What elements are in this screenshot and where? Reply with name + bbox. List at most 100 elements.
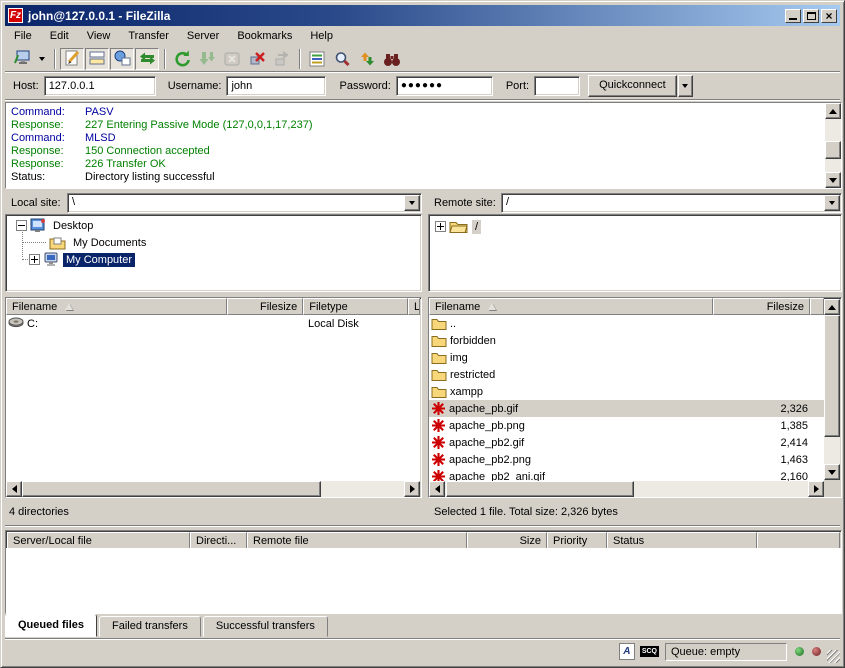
queue-list-area[interactable] — [6, 548, 841, 613]
username-input[interactable]: john — [226, 76, 326, 96]
scroll-thumb[interactable] — [824, 315, 840, 437]
site-manager-button[interactable] — [10, 48, 34, 70]
remote-vertical-scrollbar[interactable] — [824, 299, 840, 480]
scroll-left-button[interactable] — [429, 481, 445, 497]
host-label: Host: — [13, 80, 39, 92]
resize-grip[interactable] — [827, 650, 840, 663]
local-tree-panel: Desktop My Documents My Computer — [5, 214, 422, 292]
site-manager-dropdown-button[interactable] — [35, 48, 49, 70]
menu-help[interactable]: Help — [301, 28, 342, 44]
column-header-priority[interactable]: Priority — [547, 532, 607, 549]
tree-item-desktop[interactable]: Desktop — [16, 217, 96, 234]
column-header-last-modified[interactable]: L — [408, 298, 420, 315]
password-input[interactable]: ●●●●●● — [396, 76, 493, 96]
minimize-button[interactable] — [785, 9, 801, 23]
directory-comparison-button[interactable] — [330, 48, 354, 70]
tab-failed-transfers[interactable]: Failed transfers — [99, 616, 201, 637]
menu-file[interactable]: File — [5, 28, 41, 44]
message-log-panel: Command:PASV Response:227 Entering Passi… — [5, 102, 842, 189]
quickconnect-dropdown-button[interactable] — [678, 75, 693, 97]
scroll-down-button[interactable] — [824, 464, 840, 480]
expand-icon[interactable] — [29, 254, 40, 265]
tab-queued-files[interactable]: Queued files — [5, 614, 97, 637]
find-files-button[interactable] — [380, 48, 404, 70]
local-horizontal-scrollbar[interactable] — [6, 481, 420, 497]
cancel-operation-button[interactable] — [220, 48, 244, 70]
host-input[interactable]: 127.0.0.1 — [44, 76, 156, 96]
scroll-up-button[interactable] — [825, 103, 841, 119]
file-row[interactable]: apache_pb2.gif2,414 — [429, 434, 824, 451]
file-row-local-disk[interactable]: C: Local Disk — [6, 315, 420, 332]
synchronized-browsing-button[interactable] — [355, 48, 379, 70]
column-header-filename[interactable]: Filename — [6, 298, 227, 315]
column-header-size[interactable]: Size — [467, 532, 547, 549]
menu-view[interactable]: View — [78, 28, 120, 44]
column-header-filesize[interactable]: Filesize — [713, 298, 810, 315]
column-header-filesize[interactable]: Filesize — [227, 298, 303, 315]
compare-icon — [334, 51, 351, 67]
toggle-transfer-queue-button[interactable] — [135, 48, 159, 70]
send-activity-led-icon — [812, 647, 821, 656]
menu-edit[interactable]: Edit — [41, 28, 78, 44]
column-header-filetype[interactable]: Filetype — [303, 298, 408, 315]
quickconnect-button[interactable]: Quickconnect — [588, 75, 677, 97]
file-row[interactable]: apache_pb2.png1,463 — [429, 451, 824, 468]
scroll-thumb[interactable] — [22, 481, 321, 497]
port-input[interactable] — [534, 76, 580, 96]
tree-connector — [22, 242, 46, 243]
reconnect-button[interactable] — [270, 48, 294, 70]
column-header-status[interactable]: Status — [607, 532, 757, 549]
site-manager-icon — [14, 50, 31, 67]
scroll-left-button[interactable] — [6, 481, 22, 497]
log-vertical-scrollbar[interactable] — [825, 103, 841, 188]
scroll-right-button[interactable] — [808, 481, 824, 497]
column-header-filename[interactable]: Filename — [429, 298, 713, 315]
expand-icon[interactable] — [435, 221, 446, 232]
scroll-up-button[interactable] — [824, 299, 840, 315]
process-queue-button[interactable] — [195, 48, 219, 70]
menu-transfer[interactable]: Transfer — [119, 28, 178, 44]
toggle-remote-tree-button[interactable] — [110, 48, 134, 70]
refresh-button[interactable] — [170, 48, 194, 70]
file-row[interactable]: xampp — [429, 383, 824, 400]
file-row[interactable]: apache_pb2_ani.gif2,160 — [429, 468, 824, 481]
tree-item-root[interactable]: / — [435, 218, 481, 235]
close-button[interactable]: × — [821, 9, 837, 23]
scroll-right-button[interactable] — [404, 481, 420, 497]
column-header-server-local-file[interactable]: Server/Local file — [7, 532, 190, 549]
arrow-down-icon — [828, 470, 836, 479]
toggle-message-log-button[interactable] — [60, 48, 84, 70]
image-file-icon — [431, 469, 446, 481]
menu-bookmarks[interactable]: Bookmarks — [228, 28, 301, 44]
title-bar[interactable]: Fz john@127.0.0.1 - FileZilla × — [5, 5, 840, 26]
disconnect-button[interactable] — [245, 48, 269, 70]
combo-dropdown-button[interactable] — [824, 195, 840, 211]
scroll-thumb[interactable] — [446, 481, 634, 497]
scroll-down-button[interactable] — [825, 172, 841, 188]
file-row-selected[interactable]: apache_pb.gif2,326 — [429, 400, 824, 417]
tree-item-my-documents[interactable]: My Documents — [46, 234, 149, 251]
tab-successful-transfers[interactable]: Successful transfers — [203, 616, 328, 637]
filter-button[interactable] — [305, 48, 329, 70]
file-row[interactable]: .. — [429, 315, 824, 332]
remote-list-status: Selected 1 file. Total size: 2,326 bytes — [434, 501, 839, 522]
scroll-thumb[interactable] — [825, 141, 841, 159]
remote-horizontal-scrollbar[interactable] — [429, 481, 824, 497]
combo-dropdown-button[interactable] — [404, 195, 420, 211]
file-row[interactable]: restricted — [429, 366, 824, 383]
maximize-button[interactable] — [803, 9, 819, 23]
file-row[interactable]: apache_pb.png1,385 — [429, 417, 824, 434]
file-row[interactable]: forbidden — [429, 332, 824, 349]
arrow-right-icon — [814, 485, 823, 493]
file-row[interactable]: img — [429, 349, 824, 366]
collapse-icon[interactable] — [16, 220, 27, 231]
port-label: Port: — [506, 80, 529, 92]
tree-item-my-computer[interactable]: My Computer — [29, 251, 135, 268]
column-header-direction[interactable]: Directi... — [190, 532, 247, 549]
maximize-icon — [807, 12, 816, 20]
toggle-local-tree-button[interactable] — [85, 48, 109, 70]
remote-site-combo[interactable]: / — [501, 193, 842, 213]
menu-server[interactable]: Server — [178, 28, 228, 44]
column-header-remote-file[interactable]: Remote file — [247, 532, 467, 549]
local-site-combo[interactable]: \ — [67, 193, 422, 213]
